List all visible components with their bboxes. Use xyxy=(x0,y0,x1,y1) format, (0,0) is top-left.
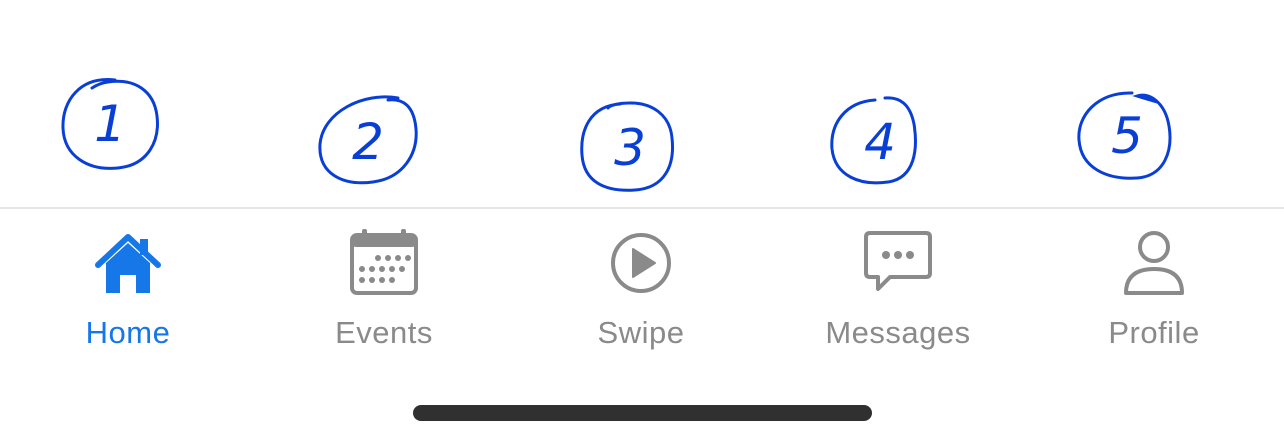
annotation-circle-4: 4 xyxy=(830,94,930,190)
tab-events[interactable]: Events xyxy=(256,209,512,369)
home-icon xyxy=(92,227,164,299)
play-circle-icon xyxy=(605,227,677,299)
annotation-layer: 1 2 3 4 5 xyxy=(0,0,1284,207)
tab-label: Home xyxy=(85,315,171,350)
annotation-circle-1: 1 xyxy=(60,76,160,172)
person-icon xyxy=(1118,227,1190,299)
tab-label: Messages xyxy=(825,315,971,350)
annotation-number: 4 xyxy=(864,113,896,171)
tab-messages[interactable]: Messages xyxy=(770,209,1026,369)
tab-home[interactable]: Home xyxy=(0,209,256,369)
annotation-number: 2 xyxy=(352,113,384,171)
annotation-circle-5: 5 xyxy=(1077,88,1177,184)
tab-bar: Home Events Swipe Messages Profile xyxy=(0,209,1284,369)
annotation-circle-3: 3 xyxy=(580,100,680,196)
annotation-number: 1 xyxy=(94,95,126,153)
tab-label: Swipe xyxy=(597,315,685,350)
tab-label: Profile xyxy=(1108,315,1200,350)
chat-bubble-icon xyxy=(862,227,934,299)
annotation-number: 3 xyxy=(614,119,646,177)
annotation-circle-2: 2 xyxy=(318,94,418,190)
home-indicator[interactable] xyxy=(413,405,872,421)
tab-profile[interactable]: Profile xyxy=(1026,209,1282,369)
annotation-number: 5 xyxy=(1111,107,1143,165)
tab-label: Events xyxy=(335,315,433,350)
calendar-icon xyxy=(348,227,420,299)
tab-swipe[interactable]: Swipe xyxy=(513,209,769,369)
